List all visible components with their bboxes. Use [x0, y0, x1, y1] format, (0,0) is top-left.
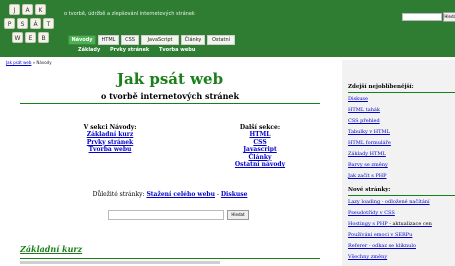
sidebar: Zdejší nejoblíbenější: Diskuse HTML tahá…	[342, 60, 455, 266]
popular-link[interactable]: CSS přehled	[348, 118, 380, 124]
other-heading: Další sekce:	[239, 124, 281, 131]
nav-tab-javascript[interactable]: JavaScript	[141, 35, 179, 45]
logo-key: J	[9, 4, 20, 15]
page-title: Jak psát web	[116, 70, 224, 88]
important-link-download[interactable]: Stažení celého webu	[146, 191, 215, 198]
course-text	[20, 261, 220, 264]
section-link-tvorba-webu[interactable]: Tvorba webu	[60, 146, 160, 153]
nav-tab-navody[interactable]: Návody	[68, 35, 96, 45]
course-heading[interactable]: Základní kurz	[20, 244, 82, 254]
breadcrumb: Jak psát web » Návody	[6, 60, 52, 65]
section-link-prvky-stranek[interactable]: Prvky stránek	[60, 139, 160, 146]
logo-key: T	[43, 18, 54, 29]
new-page-link[interactable]: Všechny změny	[348, 254, 387, 260]
logo-key: P	[4, 18, 15, 29]
new-page-note: - aktualizace cen	[389, 221, 432, 227]
logo-key: A	[22, 4, 33, 15]
subnav-item-prvky[interactable]: Prvky stránek	[110, 47, 149, 53]
important-pages: Důležité stránky: Stažení celého webu - …	[20, 191, 320, 198]
important-link-discussion[interactable]: Diskuse	[221, 191, 248, 198]
new-page-link[interactable]: Pseudotřídy v CSS	[348, 210, 395, 216]
other-link-clanky[interactable]: Články	[220, 154, 300, 161]
main-search-button[interactable]: Hledat	[227, 210, 249, 220]
new-pages-heading: Nové stránky:	[348, 187, 391, 193]
popular-divider	[348, 92, 455, 93]
popular-link[interactable]: Základy HTML	[348, 151, 386, 157]
other-link-javascript[interactable]: Javascript	[220, 146, 300, 153]
other-sections: Další sekce: HTML CSS Javascript Články …	[220, 124, 300, 168]
sub-nav: Základy Prvky stránek Tvorba webu	[78, 47, 203, 53]
subnav-item-zaklady[interactable]: Základy	[78, 47, 100, 53]
new-page-link[interactable]: Používání emoci v SERPu	[348, 232, 412, 238]
site-logo[interactable]: J A K P S Á T W E B	[4, 4, 60, 52]
page-subtitle: o tvorbě internetových stránek	[100, 91, 240, 101]
popular-heading: Zdejší nejoblíbenější:	[348, 84, 414, 90]
important-separator: -	[216, 191, 219, 198]
popular-link[interactable]: Tabulky v HTML	[348, 129, 390, 135]
popular-link[interactable]: HTML tahák	[348, 107, 380, 113]
header-search-input[interactable]	[402, 13, 442, 21]
site-header: J A K P S Á T W E B o tvorbě, údržbě a z…	[0, 0, 455, 57]
logo-key: B	[38, 32, 49, 43]
popular-link[interactable]: HTML formuláře	[348, 140, 391, 146]
other-link-ostatni[interactable]: Ostatní návody	[220, 161, 300, 168]
section-links: V sekci Návody: Základní kurz Prvky strá…	[60, 124, 160, 154]
breadcrumb-separator: »	[32, 60, 36, 65]
header-search-button[interactable]: Hledat	[443, 12, 455, 22]
logo-key: K	[35, 4, 46, 15]
new-page-link[interactable]: Referer - odkaz se kliknulo	[348, 243, 416, 249]
new-page-link-php-hosting[interactable]: Hostingy s PHP	[348, 221, 388, 227]
nav-tab-css[interactable]: CSS	[121, 35, 139, 45]
new-pages-divider	[348, 195, 455, 196]
section-heading: V sekci Návody:	[83, 124, 137, 131]
section-link-zakladni-kurz[interactable]: Základní kurz	[60, 131, 160, 138]
site-tagline: o tvorbě, údržbě a zlepšování internetov…	[64, 11, 195, 17]
logo-key: S	[17, 18, 28, 29]
breadcrumb-current: Návody	[36, 60, 52, 65]
subnav-item-tvorba[interactable]: Tvorba webu	[159, 47, 195, 53]
new-page-link: Hostingy s PHP - aktualizace cen	[348, 221, 432, 227]
popular-link[interactable]: Diskuse	[348, 96, 368, 102]
nav-tab-ostatni[interactable]: Ostatní	[207, 35, 235, 45]
popular-link[interactable]: Barvy se změny	[348, 162, 388, 168]
nav-tab-clanky[interactable]: Články	[181, 35, 205, 45]
logo-key: Á	[30, 18, 41, 29]
other-link-html[interactable]: HTML	[220, 131, 300, 138]
popular-link[interactable]: Jak začít s PHP	[348, 173, 386, 179]
other-link-css[interactable]: CSS	[220, 139, 300, 146]
important-label: Důležité stránky:	[92, 191, 145, 198]
logo-key: E	[25, 32, 36, 43]
nav-tab-html[interactable]: HTML	[98, 35, 119, 45]
title-divider	[20, 103, 320, 104]
main-search-input[interactable]	[108, 210, 224, 220]
new-page-link[interactable]: Lazy loading - odložené načítání	[348, 199, 430, 205]
logo-key: W	[12, 32, 23, 43]
breadcrumb-home-link[interactable]: Jak psát web	[6, 60, 31, 65]
course-divider	[20, 258, 320, 259]
